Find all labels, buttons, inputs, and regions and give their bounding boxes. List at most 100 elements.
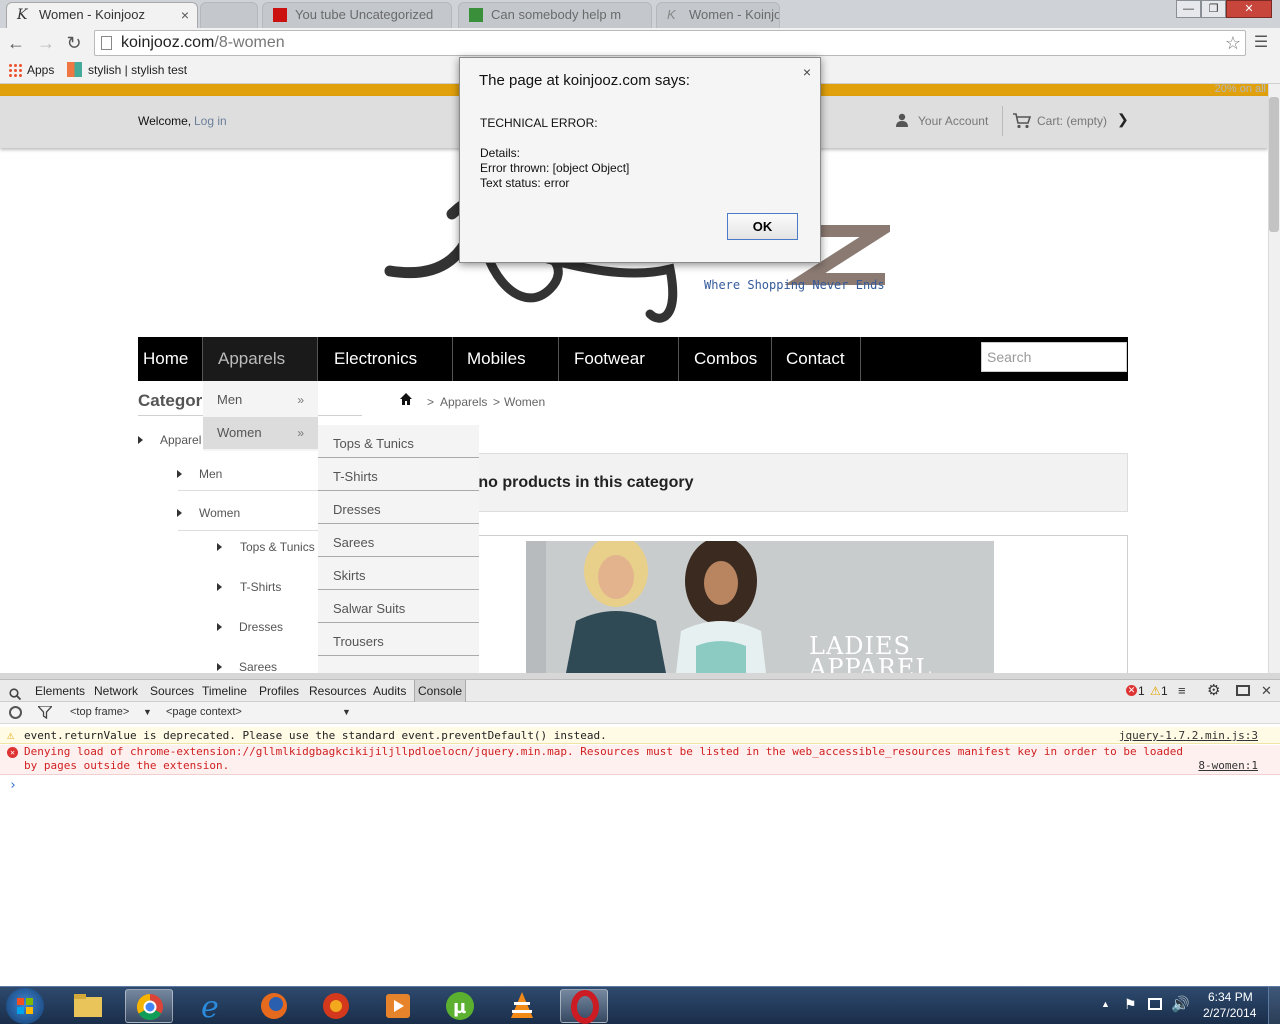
clock-date[interactable]: 2/27/2014 (1203, 1006, 1256, 1020)
caret-right-icon (217, 623, 222, 631)
media-player-icon[interactable] (374, 989, 422, 1023)
devtools-tab-profiles[interactable]: Profiles (259, 680, 299, 702)
console-output[interactable]: ⚠ event.returnValue is deprecated. Pleas… (0, 724, 1280, 986)
nav-electronics[interactable]: Electronics (318, 337, 453, 381)
devtools-tab-elements[interactable]: Elements (35, 680, 85, 702)
devtools-tab-timeline[interactable]: Timeline (202, 680, 247, 702)
devtools-tab-resources[interactable]: Resources (309, 680, 366, 702)
action-center-flag-icon[interactable]: ⚑ (1124, 996, 1137, 1013)
tab-title: You tube Uncategorized (295, 7, 434, 22)
tab-stackoverflow[interactable]: Can somebody help m (458, 2, 652, 28)
submenu-item-sarees[interactable]: Sarees (318, 524, 479, 557)
context-select[interactable]: <page context> (166, 702, 242, 723)
dropdown-item-men[interactable]: Men » (203, 384, 318, 416)
frame-select[interactable]: <top frame> (70, 702, 129, 723)
submenu-item-t-shirts[interactable]: T-Shirts (318, 458, 479, 491)
tab-title: Women - Koinjooz (39, 7, 145, 22)
warning-count-icon[interactable]: ⚠ (1150, 680, 1161, 702)
dock-side-icon[interactable] (1236, 685, 1250, 696)
cart-chevron-down-icon[interactable]: ❯ (1117, 111, 1129, 128)
your-account-link[interactable]: Your Account (918, 114, 988, 128)
volume-icon[interactable]: 🔊 (1171, 995, 1190, 1013)
nav-home[interactable]: Home (138, 337, 203, 381)
close-devtools-icon[interactable]: ✕ (1261, 680, 1272, 702)
maximize-button[interactable]: ❐ (1201, 0, 1226, 18)
search-icon[interactable] (9, 685, 22, 701)
source-link[interactable]: jquery-1.7.2.min.js:3 (1119, 727, 1258, 744)
source-link[interactable]: 8-women:1 (1198, 759, 1258, 773)
bookmark-star-icon[interactable]: ☆ (1225, 31, 1241, 55)
close-icon[interactable]: × (803, 64, 811, 80)
back-arrow-icon[interactable]: ← (4, 31, 28, 55)
nav-apparels[interactable]: Apparels (203, 337, 318, 381)
error-count-icon[interactable]: ✕ (1126, 685, 1137, 696)
close-window-button[interactable]: ✕ (1226, 0, 1272, 18)
home-icon[interactable] (400, 393, 412, 405)
submenu-item-trousers[interactable]: Trousers (318, 623, 479, 656)
tray-expand-icon[interactable]: ▲ (1101, 999, 1110, 1009)
tab-women-koinjooz[interactable]: K Women - Koinjooz × (6, 2, 198, 28)
settings-gear-icon[interactable]: ⚙ (1207, 680, 1220, 702)
cart-icon (1013, 113, 1032, 129)
nav-footwear[interactable]: Footwear (559, 337, 679, 381)
tab-youtube[interactable]: You tube Uncategorized (262, 2, 452, 28)
clear-console-icon[interactable] (9, 706, 22, 719)
console-message: event.returnValue is deprecated. Please … (24, 729, 607, 742)
no-products-notice: e no products in this category (440, 453, 1128, 512)
search-input[interactable]: Search (981, 342, 1127, 372)
submenu-item-skirts[interactable]: Skirts (318, 557, 479, 590)
nav-mobiles[interactable]: Mobiles (453, 337, 559, 381)
forward-arrow-icon[interactable]: → (34, 31, 58, 55)
bookmark-stylish[interactable]: stylish | stylish test (88, 58, 187, 82)
nav-combos[interactable]: Combos (679, 337, 772, 381)
svg-text:e: e (201, 990, 219, 1023)
address-bar[interactable]: koinjooz.com/8-women ☆ (94, 30, 1246, 56)
submenu-item-dresses[interactable]: Dresses (318, 491, 479, 524)
caret-right-icon (217, 663, 222, 671)
category-label: Apparel (160, 433, 202, 447)
network-icon[interactable] (1148, 998, 1162, 1010)
chrome-icon[interactable] (125, 989, 173, 1023)
internet-explorer-icon[interactable]: e (188, 989, 236, 1024)
caret-right-icon (217, 583, 222, 591)
page-scrollbar-thumb[interactable] (1269, 97, 1279, 232)
breadcrumb-apparels[interactable]: Apparels (440, 395, 487, 409)
stackoverflow-favicon-icon (469, 8, 483, 22)
tab-close-icon[interactable]: × (181, 3, 189, 27)
console-prompt[interactable]: › (9, 778, 17, 793)
cart-link[interactable]: Cart: (empty) (1037, 114, 1107, 128)
nav-contact[interactable]: Contact (772, 337, 861, 381)
category-divider (178, 530, 318, 531)
login-link[interactable]: Log in (194, 114, 227, 128)
firefox-nightly-icon[interactable] (312, 989, 360, 1023)
clock-time[interactable]: 6:34 PM (1208, 990, 1253, 1004)
category-label: Dresses (239, 620, 284, 634)
menu-icon[interactable]: ☰ (1249, 31, 1273, 55)
vlc-icon[interactable] (498, 989, 546, 1023)
devtools-tab-audits[interactable]: Audits (373, 680, 406, 702)
utorrent-icon[interactable]: µ (436, 989, 484, 1023)
ok-button[interactable]: OK (727, 213, 798, 240)
category-label: T-Shirts (240, 580, 282, 594)
devtools-tab-sources[interactable]: Sources (150, 680, 194, 702)
devtools-tab-network[interactable]: Network (94, 680, 138, 702)
drawer-toggle-icon[interactable]: ≡ (1178, 680, 1186, 702)
explorer-folder-icon[interactable] (64, 989, 112, 1023)
promo-text: 20% on all (1214, 84, 1266, 95)
filter-icon[interactable] (36, 705, 54, 720)
bookmark-apps[interactable]: Apps (27, 58, 54, 82)
firefox-icon[interactable] (250, 989, 298, 1023)
devtools-tab-console[interactable]: Console (414, 680, 467, 702)
tab-new[interactable] (200, 2, 258, 28)
tab-women-koinjooz-2[interactable]: K Women - Koinjooz (656, 2, 780, 28)
submenu-item-tops-tunics[interactable]: Tops & Tunics (318, 425, 479, 458)
breadcrumb-separator: > (427, 395, 435, 409)
dropdown-item-women[interactable]: Women » (203, 417, 318, 449)
minimize-button[interactable]: — (1176, 0, 1201, 18)
opera-icon[interactable] (560, 989, 608, 1024)
windows-start-button[interactable] (6, 988, 44, 1024)
submenu-item-salwar-suits[interactable]: Salwar Suits (318, 590, 479, 623)
reload-icon[interactable]: ↻ (62, 31, 86, 55)
show-desktop-button[interactable] (1268, 987, 1280, 1024)
url-path: /8-women (214, 34, 285, 51)
